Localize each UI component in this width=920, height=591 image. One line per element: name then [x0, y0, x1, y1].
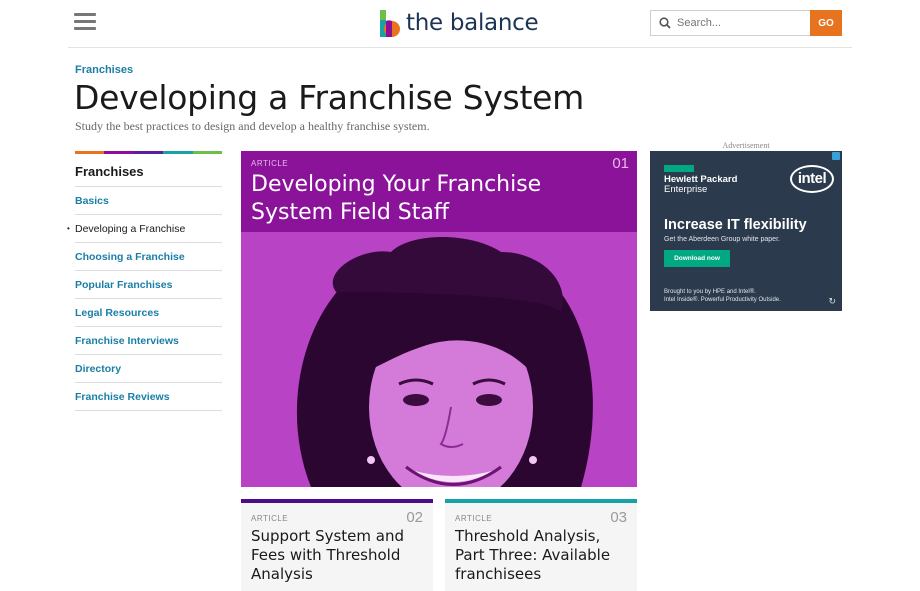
search-field[interactable] — [650, 10, 810, 36]
card-accent-bar — [241, 499, 433, 503]
advertisement-label: Advertisement — [722, 141, 770, 150]
article-tag: ARTICLE — [251, 159, 289, 168]
sidebar-heading: Franchises — [75, 154, 222, 187]
logo-mark-icon — [380, 9, 400, 37]
featured-article-title[interactable]: Developing Your Franchise System Field S… — [251, 171, 581, 227]
intel-logo: intel — [790, 165, 834, 193]
ad-headline: Increase IT flexibility — [664, 217, 807, 233]
article-card-02[interactable]: ARTICLE 02 Support System and Fees with … — [241, 499, 433, 591]
article-title[interactable]: Threshold Analysis, Part Three: Availabl… — [455, 527, 633, 584]
sidebar-item-franchise-reviews[interactable]: Franchise Reviews — [75, 383, 222, 411]
sidebar-item-legal-resources[interactable]: Legal Resources — [75, 299, 222, 327]
search-icon — [659, 17, 671, 29]
sidebar-item-choosing-a-franchise[interactable]: Choosing a Franchise — [75, 243, 222, 271]
article-number: 01 — [612, 155, 629, 172]
hpe-brand: Hewlett Packard Enterprise — [664, 175, 737, 195]
sidebar-item-directory[interactable]: Directory — [75, 355, 222, 383]
article-number: 02 — [406, 509, 423, 526]
logo-text: the balance — [406, 10, 539, 36]
page-title: Developing a Franchise System — [74, 78, 584, 117]
sidebar-item-franchise-interviews[interactable]: Franchise Interviews — [75, 327, 222, 355]
hpe-logo-bar — [664, 165, 694, 172]
featured-article-card[interactable]: ARTICLE 01 Developing Your Franchise Sys… — [241, 151, 637, 487]
sidebar-color-bar — [75, 151, 223, 154]
ad-refresh-icon[interactable]: ↻ — [828, 296, 836, 307]
advertisement-banner[interactable]: Hewlett Packard Enterprise intel Increas… — [650, 151, 842, 311]
search-bar: GO — [650, 10, 842, 36]
ad-choices-icon[interactable] — [832, 152, 840, 160]
site-logo[interactable]: the balance — [380, 8, 539, 38]
ad-download-button[interactable]: Download now — [664, 250, 730, 267]
ad-footer-line-1: Brought to you by HPE and Intel®. — [664, 289, 756, 295]
search-input[interactable] — [677, 17, 797, 29]
article-card-03[interactable]: ARTICLE 03 Threshold Analysis, Part Thre… — [445, 499, 637, 591]
featured-article-header: ARTICLE 01 Developing Your Franchise Sys… — [241, 151, 637, 232]
sidebar-item-basics[interactable]: Basics — [75, 187, 222, 215]
article-title[interactable]: Support System and Fees with Threshold A… — [251, 527, 429, 584]
sidebar-nav: Franchises Basics Developing a Franchise… — [67, 151, 223, 411]
sidebar-item-popular-franchises[interactable]: Popular Franchises — [75, 271, 222, 299]
page-subtitle: Study the best practices to design and d… — [75, 119, 430, 133]
article-tag: ARTICLE — [455, 514, 493, 523]
search-go-button[interactable]: GO — [810, 10, 842, 36]
card-accent-bar — [445, 499, 637, 503]
ad-footer-line-2: Intel Inside®. Powerful Productivity Out… — [664, 297, 781, 303]
ad-footer: Brought to you by HPE and Intel®. Intel … — [664, 288, 814, 304]
site-header: the balance GO — [68, 0, 852, 48]
hamburger-menu-icon[interactable] — [74, 13, 96, 31]
ad-subline: Get the Aberdeen Group white paper. — [664, 236, 780, 243]
featured-article-photo — [241, 232, 637, 487]
breadcrumb[interactable]: Franchises — [75, 64, 133, 76]
article-tag: ARTICLE — [251, 514, 289, 523]
hpe-brand-line-2: Enterprise — [664, 184, 708, 195]
sidebar-item-developing-a-franchise[interactable]: Developing a Franchise — [67, 215, 222, 243]
article-number: 03 — [610, 509, 627, 526]
